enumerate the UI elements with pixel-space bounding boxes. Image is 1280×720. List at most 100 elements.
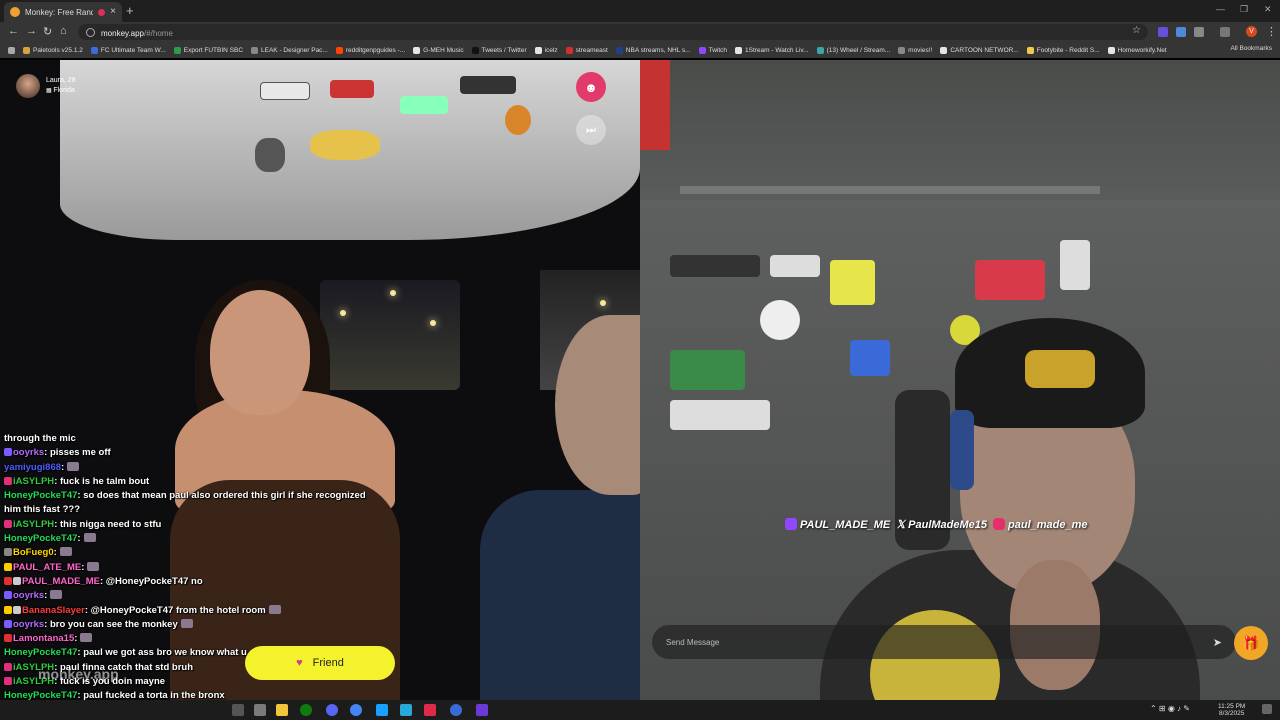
- chat-badge-icon: [4, 519, 12, 528]
- steam-icon[interactable]: [376, 704, 388, 716]
- bookmark-star-icon[interactable]: ☆: [1132, 25, 1141, 36]
- bookmark-item[interactable]: icelz: [534, 46, 558, 54]
- extensions-puzzle-icon[interactable]: [1194, 27, 1204, 37]
- browser-tab-strip: Monkey: Free Random Vid × + — ❐ ✕: [0, 0, 1280, 22]
- bookmark-item[interactable]: Tweets / Twitter: [471, 46, 527, 54]
- reload-icon[interactable]: ↻: [43, 25, 52, 38]
- chat-text: through the mic: [4, 433, 76, 444]
- new-tab-button[interactable]: +: [126, 3, 134, 18]
- bookmark-item[interactable]: Footybite - Reddit S...: [1026, 46, 1100, 54]
- bookmark-label: streameast: [575, 46, 608, 54]
- side-panel-icon[interactable]: [1220, 27, 1230, 37]
- bookmark-item[interactable]: FC Ultimate Team W...: [90, 46, 166, 54]
- chrome-icon[interactable]: [350, 704, 362, 716]
- obs-icon[interactable]: [476, 704, 488, 716]
- bookmark-item[interactable]: LEAK - Designer Pac...: [251, 46, 328, 54]
- bookmark-item[interactable]: Export FUTBIN SBC: [173, 46, 243, 54]
- add-friend-button[interactable]: ♥ Friend: [245, 646, 395, 680]
- bookmark-label: Tweets / Twitter: [481, 46, 527, 54]
- app-icon[interactable]: [400, 704, 412, 716]
- notifications-icon[interactable]: [1262, 704, 1272, 714]
- stranger-profile[interactable]: Laura, 28 ▦ Florida: [16, 74, 76, 98]
- bookmark-label: Footybite - Reddit S...: [1036, 46, 1100, 54]
- system-tray-icons[interactable]: ⌃ ⊞ ◉ ♪ ✎: [1150, 705, 1190, 713]
- message-input[interactable]: Send Message ➤: [652, 625, 1236, 659]
- bookmark-item[interactable]: redditgenpguides -...: [335, 46, 405, 54]
- chat-text: :: [61, 461, 65, 473]
- bookmark-item[interactable]: movies!!: [898, 46, 933, 54]
- x-handle: PaulMadeMe15: [908, 519, 988, 531]
- chat-username: yamiyugi868: [4, 461, 62, 473]
- menu-kebab-icon[interactable]: ⋮: [1266, 25, 1277, 38]
- chat-text: : this nigga need to stfu: [54, 518, 162, 530]
- bookmark-label: Homeworkify.Net: [1117, 46, 1167, 54]
- minimize-icon[interactable]: —: [1216, 4, 1225, 14]
- bookmarks-bar: Paletools v25.1.2 FC Ultimate Team W... Ex…: [0, 42, 1280, 58]
- profile-avatar[interactable]: V: [1246, 26, 1257, 37]
- skip-next-icon[interactable]: ⏭: [576, 115, 606, 145]
- close-tab-icon[interactable]: ×: [110, 7, 116, 17]
- xbox-icon[interactable]: [300, 704, 312, 716]
- active-chrome-icon[interactable]: [450, 704, 462, 716]
- chat-badge-icon: [13, 576, 21, 585]
- bookmark-favicon-icon: [735, 46, 742, 54]
- bookmark-item[interactable]: G-MEH Music: [413, 46, 464, 54]
- discord-icon[interactable]: [326, 704, 338, 716]
- chat-badge-icon: [4, 476, 12, 485]
- chat-message: Lamontana15:: [4, 632, 384, 646]
- bookmark-item[interactable]: Paletools v25.1.2: [23, 46, 83, 54]
- file-explorer-icon[interactable]: [276, 704, 288, 716]
- chat-message: yamiyugi868:: [4, 461, 384, 475]
- browser-tab[interactable]: Monkey: Free Random Vid ×: [4, 2, 122, 22]
- taskbar-clock[interactable]: 11:25 PM 8/3/2025: [1218, 703, 1245, 717]
- all-bookmarks-button[interactable]: All Bookmarks: [1230, 45, 1272, 52]
- bookmark-item[interactable]: streameast: [565, 46, 608, 54]
- home-icon[interactable]: ⌂: [60, 25, 67, 37]
- chat-username: ooyrks: [13, 618, 45, 630]
- chat-username: iASYLPH: [13, 518, 55, 530]
- bookmark-favicon-icon: [90, 46, 98, 54]
- chat-username: BoFueg0: [13, 547, 54, 559]
- task-view-icon[interactable]: [232, 704, 244, 716]
- bookmark-item[interactable]: (13) Wheel / Stream...: [816, 46, 891, 54]
- chat-message: PAUL_MADE_ME: @HoneyPockeT47 no: [4, 575, 384, 589]
- back-icon[interactable]: ←: [8, 25, 19, 37]
- extension-icon[interactable]: [1158, 27, 1168, 37]
- twitch-icon: [785, 518, 797, 530]
- forward-icon[interactable]: →: [26, 25, 37, 37]
- gift-icon[interactable]: 🎁: [1234, 626, 1268, 660]
- chat-username: BananaSlayer: [22, 604, 85, 616]
- bookmark-favicon-icon: [335, 46, 343, 54]
- extension-icon[interactable]: [1176, 27, 1186, 37]
- app-icon[interactable]: [424, 704, 436, 716]
- send-icon[interactable]: ➤: [1213, 636, 1222, 649]
- close-window-icon[interactable]: ✕: [1264, 4, 1272, 15]
- bookmark-item[interactable]: CARTOON NETWOR...: [940, 46, 1019, 54]
- heart-icon: ♥: [296, 657, 303, 669]
- chat-badge-icon: [4, 662, 12, 671]
- chat-text: : pisses me off: [44, 447, 111, 459]
- clock-date: 8/3/2025: [1219, 710, 1245, 717]
- bookmark-item[interactable]: Twitch: [698, 46, 727, 54]
- widgets-icon[interactable]: [254, 704, 266, 716]
- bookmark-favicon-icon: [251, 46, 259, 54]
- bookmark-item[interactable]: NBA streams, NHL s...: [615, 46, 691, 54]
- maximize-icon[interactable]: ❐: [1240, 4, 1248, 15]
- bookmark-item[interactable]: Homeworkify.Net: [1107, 46, 1167, 54]
- chat-message: PAUL_ATE_ME:: [4, 561, 384, 575]
- address-bar[interactable]: monkey.app/#/home: [78, 24, 1148, 40]
- bookmark-label: movies!!: [908, 46, 933, 54]
- chat-username: HoneyPockeT47: [4, 690, 78, 700]
- chat-badge-icon: [4, 634, 12, 643]
- chat-emote-icon: [59, 547, 72, 557]
- bookmark-item[interactable]: 1Stream - Watch Liv...: [735, 46, 809, 54]
- bookmark-label: (13) Wheel / Stream...: [826, 46, 891, 54]
- site-info-icon[interactable]: [86, 27, 95, 37]
- chat-username: Lamontana15: [13, 633, 75, 645]
- bookmark-favicon-icon: [898, 46, 906, 54]
- report-police-icon[interactable]: ☻: [576, 72, 606, 102]
- chat-username: PAUL_MADE_ME: [22, 575, 100, 587]
- chat-text: :: [44, 590, 48, 602]
- recording-indicator-icon: [98, 8, 106, 16]
- apps-grid-icon[interactable]: [8, 46, 15, 54]
